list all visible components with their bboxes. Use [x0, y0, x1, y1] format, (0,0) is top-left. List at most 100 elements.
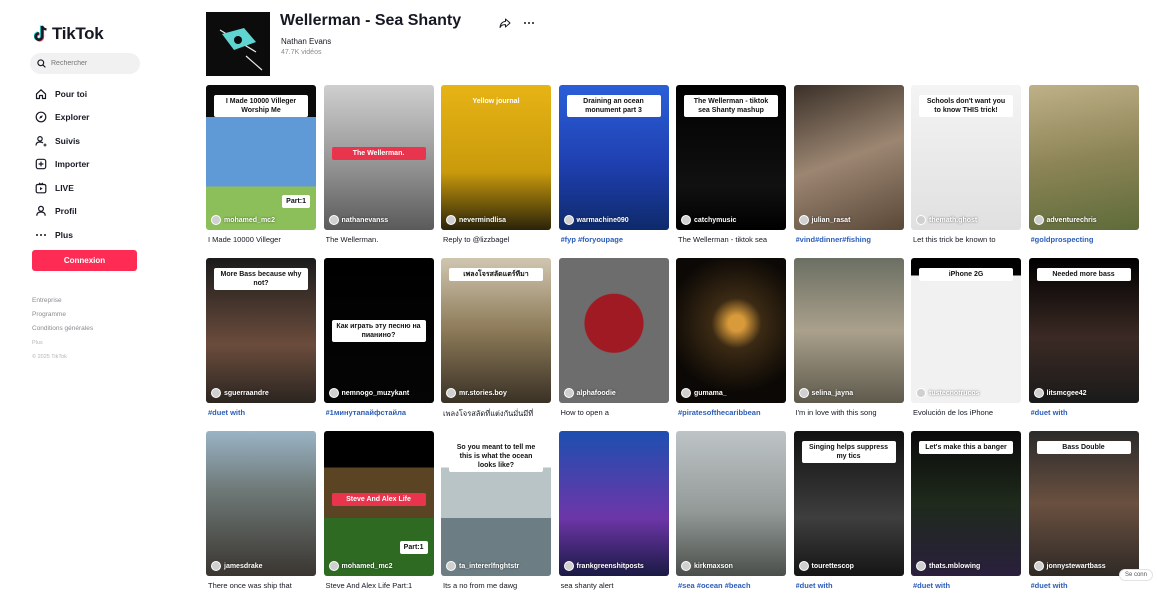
video-caption[interactable]: เพลงโจรสลัดที่แต่งกันมั่นมีที่	[443, 408, 551, 420]
video-card[interactable]: julian_rasat #vind#dinner#fishing	[793, 85, 904, 258]
video-card[interactable]: เพลงโจรสลัดแตร์ทีมา mr.stories.boy เพลงโจร…	[441, 258, 551, 431]
video-card[interactable]: iPhone 2G tustecnotrucos Evolución de los …	[911, 258, 1021, 431]
video-thumbnail[interactable]: Needed more bass litsmcgee42	[1028, 258, 1139, 403]
video-caption[interactable]: I'm in love with this song	[796, 408, 904, 417]
video-thumbnail[interactable]: I Made 10000 Villeger Worship Me Part:1 mo…	[206, 85, 316, 230]
video-thumbnail[interactable]: The Wellerman. nathanevanss	[323, 85, 434, 230]
share-icon[interactable]	[498, 16, 512, 30]
nav-item-following[interactable]: Suivis	[34, 129, 154, 153]
video-caption[interactable]: Evolución de los iPhone	[913, 408, 1021, 417]
video-author[interactable]: mohamed_mc2	[328, 561, 392, 571]
video-caption[interactable]: There once was ship that	[208, 581, 316, 590]
video-author[interactable]: tustecnotrucos	[916, 388, 980, 398]
footer-link-more[interactable]: Plus	[32, 336, 93, 350]
video-card[interactable]: I Made 10000 Villeger Worship Me Part:1 mo…	[206, 85, 316, 258]
video-author[interactable]: gumama_	[681, 388, 727, 398]
nav-item-live[interactable]: LIVE	[34, 176, 154, 200]
video-card[interactable]: gumama_ #piratesofthecaribbean	[676, 258, 786, 431]
nav-item-for-you[interactable]: Pour toi	[34, 82, 154, 106]
video-author[interactable]: kirkmaxson	[681, 561, 733, 571]
video-caption[interactable]: #vind#dinner#fishing	[796, 235, 904, 244]
video-card[interactable]: frankgreenshitposts sea shanty alert	[558, 431, 669, 593]
video-thumbnail[interactable]: kirkmaxson	[676, 431, 786, 576]
video-thumbnail[interactable]: Bass Double jonnystewartbass	[1028, 431, 1139, 576]
video-thumbnail[interactable]: Draining an ocean monument part 3 warmach…	[558, 85, 669, 230]
video-author[interactable]: frankgreenshitposts	[563, 561, 644, 571]
video-thumbnail[interactable]: julian_rasat	[793, 85, 904, 230]
video-author[interactable]: themath.ghost	[916, 215, 977, 225]
video-author[interactable]: jonnystewartbass	[1033, 561, 1106, 571]
video-author[interactable]: ta_intererlfnghtstr	[446, 561, 519, 571]
video-caption[interactable]: Steve And Alex Life Part:1	[326, 581, 434, 590]
video-author[interactable]: selina_jayna	[798, 388, 853, 398]
video-author[interactable]: jamesdrake	[211, 561, 263, 571]
video-card[interactable]: selina_jayna I'm in love with this song	[793, 258, 904, 431]
video-card[interactable]: Needed more bass litsmcgee42 #duet with	[1028, 258, 1139, 431]
nav-item-profile[interactable]: Profil	[34, 200, 154, 224]
video-card[interactable]: kirkmaxson #sea #ocean #beach	[676, 431, 786, 593]
video-thumbnail[interactable]: gumama_	[676, 258, 786, 403]
video-author[interactable]: thats.mblowing	[916, 561, 980, 571]
video-caption[interactable]: #duet with	[208, 408, 316, 417]
nav-item-more[interactable]: Plus	[34, 223, 154, 247]
video-author[interactable]: nathanevanss	[328, 215, 388, 225]
video-thumbnail[interactable]: Let's make this a banger thats.mblowing	[911, 431, 1021, 576]
video-thumbnail[interactable]: Steve And Alex Life Part:1 mohamed_mc2	[323, 431, 434, 576]
video-author[interactable]: julian_rasat	[798, 215, 850, 225]
video-thumbnail[interactable]: The Wellerman - tiktok sea Shanty mashup…	[676, 85, 786, 230]
video-author[interactable]: adventurechris	[1033, 215, 1097, 225]
video-thumbnail[interactable]: Yellow journal nevermindlisa	[441, 85, 551, 230]
video-caption[interactable]: #sea #ocean #beach	[678, 581, 786, 590]
tiktok-logo[interactable]: TikTok	[34, 24, 104, 44]
video-thumbnail[interactable]: Singing helps suppress my tics tourettesc…	[793, 431, 904, 576]
video-card[interactable]: Yellow journal nevermindlisa Reply to @liz…	[441, 85, 551, 258]
video-author[interactable]: catchymusic	[681, 215, 736, 225]
video-author[interactable]: nemnogo_muzykant	[328, 388, 409, 398]
video-thumbnail[interactable]: selina_jayna	[793, 258, 904, 403]
video-thumbnail[interactable]: เพลงโจรสลัดแตร์ทีมา mr.stories.boy	[441, 258, 551, 403]
video-caption[interactable]: #duet with	[913, 581, 1021, 590]
video-author[interactable]: litsmcgee42	[1033, 388, 1087, 398]
footer-link-terms[interactable]: Conditions générales	[32, 322, 93, 336]
video-author[interactable]: tourettescop	[798, 561, 854, 571]
video-caption[interactable]: The Wellerman.	[326, 235, 434, 244]
video-card[interactable]: adventurechris #goldprospecting	[1028, 85, 1139, 258]
footer-link-company[interactable]: Entreprise	[32, 294, 93, 308]
scroll-hint[interactable]: Se conn	[1118, 569, 1153, 581]
nav-item-explore[interactable]: Explorer	[34, 106, 154, 130]
search-input[interactable]	[51, 60, 131, 67]
video-caption[interactable]: #1минутапайфстайла	[326, 408, 434, 417]
video-author[interactable]: nevermindlisa	[446, 215, 506, 225]
video-author[interactable]: mr.stories.boy	[446, 388, 507, 398]
video-thumbnail[interactable]: adventurechris	[1028, 85, 1139, 230]
video-thumbnail[interactable]: Как играть эту песню на пианино? nemnogo_…	[323, 258, 434, 403]
video-caption[interactable]: #duet with	[796, 581, 904, 590]
video-caption[interactable]: #duet with	[1031, 408, 1139, 417]
video-thumbnail[interactable]: jamesdrake	[206, 431, 316, 576]
video-card[interactable]: Let's make this a banger thats.mblowing #d…	[911, 431, 1021, 593]
more-options-icon[interactable]	[522, 16, 536, 30]
video-caption[interactable]: Let this trick be known to	[913, 235, 1021, 244]
video-caption[interactable]: #duet with	[1031, 581, 1139, 590]
video-caption[interactable]: How to open a	[561, 408, 669, 417]
nav-item-upload[interactable]: Importer	[34, 153, 154, 177]
video-caption[interactable]: sea shanty alert	[561, 581, 669, 590]
video-card[interactable]: The Wellerman - tiktok sea Shanty mashup…	[676, 85, 786, 258]
video-card[interactable]: Singing helps suppress my tics tourettesc…	[793, 431, 904, 593]
video-caption[interactable]: #fyp #foryoupage	[561, 235, 669, 244]
video-card[interactable]: So you meant to tell me this is what the…	[441, 431, 551, 593]
video-caption[interactable]: #goldprospecting	[1031, 235, 1139, 244]
video-card[interactable]: Steve And Alex Life Part:1 mohamed_mc2 Stev…	[323, 431, 434, 593]
video-thumbnail[interactable]: So you meant to tell me this is what the…	[441, 431, 551, 576]
video-author[interactable]: warmachine090	[563, 215, 629, 225]
video-author[interactable]: mohamed_mc2	[211, 215, 275, 225]
video-caption[interactable]: Reply to @lizzbagel	[443, 235, 551, 244]
video-thumbnail[interactable]: iPhone 2G tustecnotrucos	[911, 258, 1021, 403]
video-card[interactable]: More Bass because why not? sguerraandre #d…	[206, 258, 316, 431]
search-box[interactable]	[30, 53, 140, 74]
video-thumbnail[interactable]: Schools don't want you to know THIS tric…	[911, 85, 1021, 230]
video-caption[interactable]: Its a no from me dawg	[443, 581, 551, 590]
video-thumbnail[interactable]: alphafoodie	[558, 258, 669, 403]
video-author[interactable]: sguerraandre	[211, 388, 269, 398]
video-caption[interactable]: I Made 10000 Villeger	[208, 235, 316, 244]
